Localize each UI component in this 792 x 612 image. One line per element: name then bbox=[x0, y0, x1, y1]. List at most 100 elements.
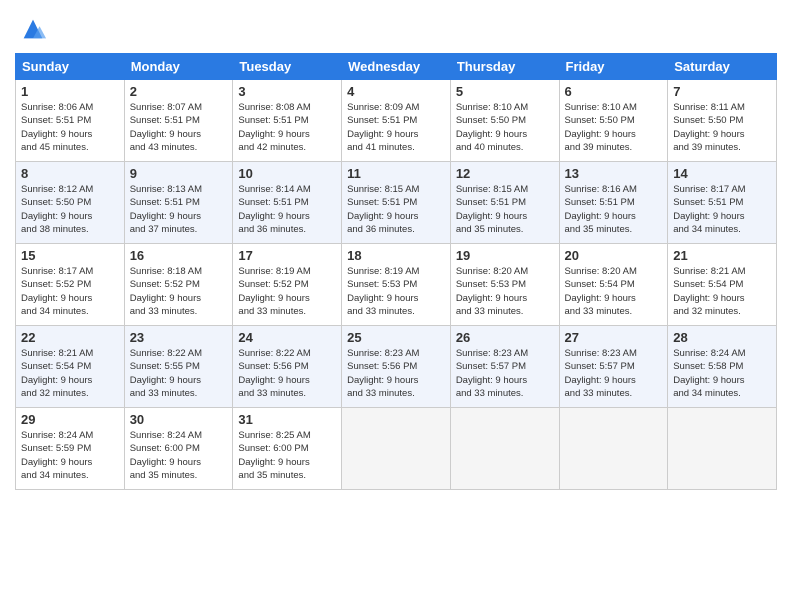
day-info: Sunrise: 8:20 AM Sunset: 5:53 PM Dayligh… bbox=[456, 265, 554, 318]
calendar-cell: 1 Sunrise: 8:06 AM Sunset: 5:51 PM Daylig… bbox=[16, 80, 125, 162]
weekday-header-thursday: Thursday bbox=[450, 54, 559, 80]
day-info: Sunrise: 8:16 AM Sunset: 5:51 PM Dayligh… bbox=[565, 183, 663, 236]
day-number: 18 bbox=[347, 248, 445, 263]
day-number: 20 bbox=[565, 248, 663, 263]
calendar-cell: 10 Sunrise: 8:14 AM Sunset: 5:51 PM Dayli… bbox=[233, 162, 342, 244]
day-info: Sunrise: 8:18 AM Sunset: 5:52 PM Dayligh… bbox=[130, 265, 228, 318]
day-number: 6 bbox=[565, 84, 663, 99]
calendar-week-2: 8Sunrise: 8:12 AM Sunset: 5:50 PM Daylig… bbox=[16, 162, 777, 244]
calendar-cell: 8Sunrise: 8:12 AM Sunset: 5:50 PM Daylig… bbox=[16, 162, 125, 244]
weekday-header-sunday: Sunday bbox=[16, 54, 125, 80]
calendar-cell: 12 Sunrise: 8:15 AM Sunset: 5:51 PM Dayli… bbox=[450, 162, 559, 244]
calendar-cell: 6Sunrise: 8:10 AM Sunset: 5:50 PM Daylig… bbox=[559, 80, 668, 162]
day-number: 29 bbox=[21, 412, 119, 427]
day-info: Sunrise: 8:06 AM Sunset: 5:51 PM Dayligh… bbox=[21, 101, 119, 154]
logo bbox=[15, 15, 47, 43]
day-info: Sunrise: 8:19 AM Sunset: 5:53 PM Dayligh… bbox=[347, 265, 445, 318]
day-info: Sunrise: 8:21 AM Sunset: 5:54 PM Dayligh… bbox=[21, 347, 119, 400]
calendar-cell bbox=[559, 408, 668, 490]
day-number: 22 bbox=[21, 330, 119, 345]
day-info: Sunrise: 8:22 AM Sunset: 5:55 PM Dayligh… bbox=[130, 347, 228, 400]
logo-icon bbox=[19, 15, 47, 43]
header bbox=[15, 15, 777, 43]
day-info: Sunrise: 8:24 AM Sunset: 5:59 PM Dayligh… bbox=[21, 429, 119, 482]
calendar-cell: 29 Sunrise: 8:24 AM Sunset: 5:59 PM Dayli… bbox=[16, 408, 125, 490]
calendar-cell: 3Sunrise: 8:08 AM Sunset: 5:51 PM Daylig… bbox=[233, 80, 342, 162]
calendar-cell: 18 Sunrise: 8:19 AM Sunset: 5:53 PM Dayli… bbox=[342, 244, 451, 326]
calendar-table: SundayMondayTuesdayWednesdayThursdayFrid… bbox=[15, 53, 777, 490]
calendar-cell: 4 Sunrise: 8:09 AM Sunset: 5:51 PM Daylig… bbox=[342, 80, 451, 162]
day-info: Sunrise: 8:13 AM Sunset: 5:51 PM Dayligh… bbox=[130, 183, 228, 236]
day-number: 14 bbox=[673, 166, 771, 181]
calendar-cell bbox=[342, 408, 451, 490]
calendar-cell: 23Sunrise: 8:22 AM Sunset: 5:55 PM Dayli… bbox=[124, 326, 233, 408]
day-info: Sunrise: 8:23 AM Sunset: 5:57 PM Dayligh… bbox=[456, 347, 554, 400]
day-info: Sunrise: 8:20 AM Sunset: 5:54 PM Dayligh… bbox=[565, 265, 663, 318]
day-number: 10 bbox=[238, 166, 336, 181]
weekday-header-saturday: Saturday bbox=[668, 54, 777, 80]
day-number: 5 bbox=[456, 84, 554, 99]
calendar-cell bbox=[668, 408, 777, 490]
calendar-week-4: 22 Sunrise: 8:21 AM Sunset: 5:54 PM Dayli… bbox=[16, 326, 777, 408]
calendar-cell: 22 Sunrise: 8:21 AM Sunset: 5:54 PM Dayli… bbox=[16, 326, 125, 408]
day-number: 9 bbox=[130, 166, 228, 181]
day-info: Sunrise: 8:15 AM Sunset: 5:51 PM Dayligh… bbox=[456, 183, 554, 236]
calendar-cell: 31 Sunrise: 8:25 AM Sunset: 6:00 PM Dayli… bbox=[233, 408, 342, 490]
calendar-week-3: 15Sunrise: 8:17 AM Sunset: 5:52 PM Dayli… bbox=[16, 244, 777, 326]
day-info: Sunrise: 8:23 AM Sunset: 5:56 PM Dayligh… bbox=[347, 347, 445, 400]
day-number: 11 bbox=[347, 166, 445, 181]
calendar-cell: 19 Sunrise: 8:20 AM Sunset: 5:53 PM Dayli… bbox=[450, 244, 559, 326]
day-number: 12 bbox=[456, 166, 554, 181]
day-info: Sunrise: 8:19 AM Sunset: 5:52 PM Dayligh… bbox=[238, 265, 336, 318]
calendar-cell: 9 Sunrise: 8:13 AM Sunset: 5:51 PM Daylig… bbox=[124, 162, 233, 244]
day-number: 8 bbox=[21, 166, 119, 181]
weekday-header-wednesday: Wednesday bbox=[342, 54, 451, 80]
day-number: 28 bbox=[673, 330, 771, 345]
day-info: Sunrise: 8:25 AM Sunset: 6:00 PM Dayligh… bbox=[238, 429, 336, 482]
day-number: 1 bbox=[21, 84, 119, 99]
day-number: 30 bbox=[130, 412, 228, 427]
day-info: Sunrise: 8:08 AM Sunset: 5:51 PM Dayligh… bbox=[238, 101, 336, 154]
day-number: 26 bbox=[456, 330, 554, 345]
weekday-header-tuesday: Tuesday bbox=[233, 54, 342, 80]
calendar-cell: 28 Sunrise: 8:24 AM Sunset: 5:58 PM Dayli… bbox=[668, 326, 777, 408]
day-number: 16 bbox=[130, 248, 228, 263]
day-info: Sunrise: 8:15 AM Sunset: 5:51 PM Dayligh… bbox=[347, 183, 445, 236]
page-container: SundayMondayTuesdayWednesdayThursdayFrid… bbox=[0, 0, 792, 500]
day-number: 31 bbox=[238, 412, 336, 427]
weekday-header-friday: Friday bbox=[559, 54, 668, 80]
day-number: 13 bbox=[565, 166, 663, 181]
calendar-cell: 2 Sunrise: 8:07 AM Sunset: 5:51 PM Daylig… bbox=[124, 80, 233, 162]
day-info: Sunrise: 8:22 AM Sunset: 5:56 PM Dayligh… bbox=[238, 347, 336, 400]
day-info: Sunrise: 8:11 AM Sunset: 5:50 PM Dayligh… bbox=[673, 101, 771, 154]
day-info: Sunrise: 8:17 AM Sunset: 5:52 PM Dayligh… bbox=[21, 265, 119, 318]
day-number: 21 bbox=[673, 248, 771, 263]
day-number: 17 bbox=[238, 248, 336, 263]
day-number: 19 bbox=[456, 248, 554, 263]
day-info: Sunrise: 8:10 AM Sunset: 5:50 PM Dayligh… bbox=[456, 101, 554, 154]
calendar-cell: 26 Sunrise: 8:23 AM Sunset: 5:57 PM Dayli… bbox=[450, 326, 559, 408]
day-info: Sunrise: 8:17 AM Sunset: 5:51 PM Dayligh… bbox=[673, 183, 771, 236]
day-number: 4 bbox=[347, 84, 445, 99]
calendar-cell: 13 Sunrise: 8:16 AM Sunset: 5:51 PM Dayli… bbox=[559, 162, 668, 244]
day-info: Sunrise: 8:24 AM Sunset: 6:00 PM Dayligh… bbox=[130, 429, 228, 482]
calendar-cell: 7 Sunrise: 8:11 AM Sunset: 5:50 PM Daylig… bbox=[668, 80, 777, 162]
day-info: Sunrise: 8:07 AM Sunset: 5:51 PM Dayligh… bbox=[130, 101, 228, 154]
calendar-cell: 16 Sunrise: 8:18 AM Sunset: 5:52 PM Dayli… bbox=[124, 244, 233, 326]
day-info: Sunrise: 8:24 AM Sunset: 5:58 PM Dayligh… bbox=[673, 347, 771, 400]
weekday-header-monday: Monday bbox=[124, 54, 233, 80]
calendar-cell: 21 Sunrise: 8:21 AM Sunset: 5:54 PM Dayli… bbox=[668, 244, 777, 326]
calendar-header-row: SundayMondayTuesdayWednesdayThursdayFrid… bbox=[16, 54, 777, 80]
day-info: Sunrise: 8:14 AM Sunset: 5:51 PM Dayligh… bbox=[238, 183, 336, 236]
day-info: Sunrise: 8:23 AM Sunset: 5:57 PM Dayligh… bbox=[565, 347, 663, 400]
day-number: 2 bbox=[130, 84, 228, 99]
day-info: Sunrise: 8:09 AM Sunset: 5:51 PM Dayligh… bbox=[347, 101, 445, 154]
calendar-cell: 20 Sunrise: 8:20 AM Sunset: 5:54 PM Dayli… bbox=[559, 244, 668, 326]
calendar-cell: 11 Sunrise: 8:15 AM Sunset: 5:51 PM Dayli… bbox=[342, 162, 451, 244]
calendar-cell: 27Sunrise: 8:23 AM Sunset: 5:57 PM Dayli… bbox=[559, 326, 668, 408]
day-info: Sunrise: 8:21 AM Sunset: 5:54 PM Dayligh… bbox=[673, 265, 771, 318]
calendar-cell: 25Sunrise: 8:23 AM Sunset: 5:56 PM Dayli… bbox=[342, 326, 451, 408]
calendar-cell: 14 Sunrise: 8:17 AM Sunset: 5:51 PM Dayli… bbox=[668, 162, 777, 244]
calendar-cell: 30 Sunrise: 8:24 AM Sunset: 6:00 PM Dayli… bbox=[124, 408, 233, 490]
day-number: 7 bbox=[673, 84, 771, 99]
